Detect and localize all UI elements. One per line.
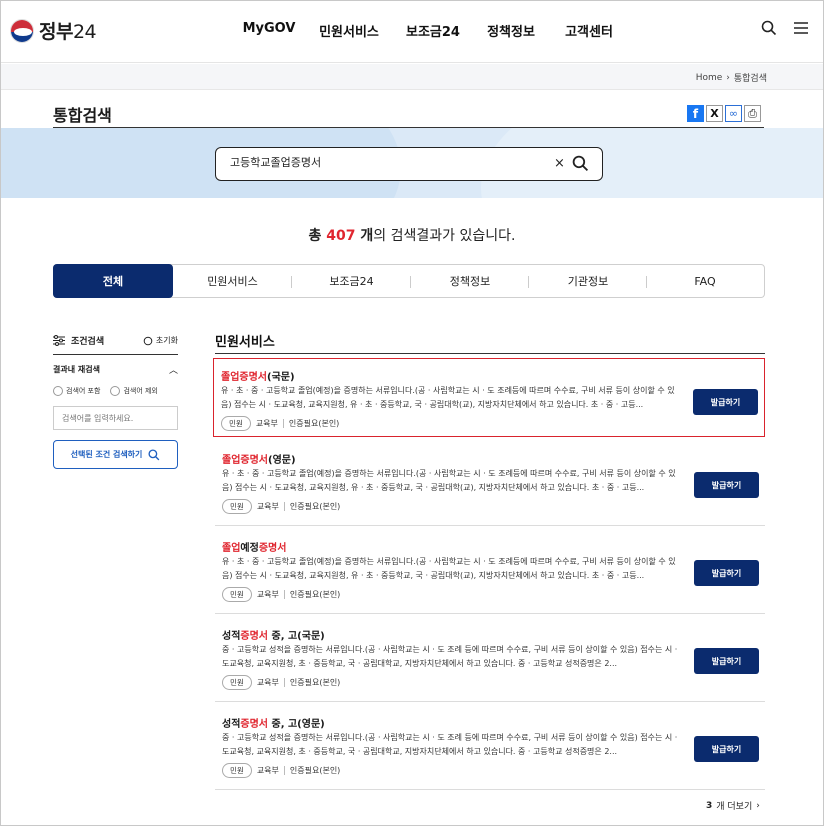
site-header: 정부24 MyGOV 민원서비스 보조금24 정책정보 고객센터 [1, 1, 823, 63]
result-title[interactable]: 졸업증명서(영문) [222, 451, 296, 466]
breadcrumb-home[interactable]: Home [696, 73, 723, 83]
issue-button[interactable]: 발급하기 [694, 736, 759, 762]
chevron-right-icon: › [726, 72, 730, 83]
clear-icon[interactable]: × [554, 156, 565, 171]
result-meta: 민원 교육부 인증필요(본인) [222, 499, 340, 514]
org-name: 교육부 [256, 678, 279, 687]
nav-civil-service[interactable]: 민원서비스 [305, 21, 393, 40]
org-name: 교육부 [256, 590, 279, 599]
keyword-mode: 검색어 포함 검색어 제외 [53, 386, 158, 396]
breadcrumb-bar: Home › 통합검색 [1, 64, 823, 90]
page-title: 통합검색 [53, 106, 112, 125]
issue-button[interactable]: 발급하기 [694, 560, 759, 586]
tab-policy-info[interactable]: 정책정보 [411, 265, 529, 297]
issue-button[interactable]: 발급하기 [693, 389, 758, 415]
nav-subsidy24[interactable]: 보조금24 [393, 21, 473, 40]
result-item: 성적증명서 중, 고(영문) 중 · 고등학교 성적을 증명하는 서류입니다.(… [215, 706, 765, 790]
reset-button[interactable]: 초기화 [143, 335, 178, 346]
result-meta: 민원 교육부 인증필요(본인) [222, 675, 340, 690]
result-meta: 민원 교육부 인증필요(본인) [222, 587, 340, 602]
result-item: 성적증명서 중, 고(국문) 중 · 고등학교 성적을 증명하는 서류입니다.(… [215, 618, 765, 702]
menu-icon[interactable] [793, 20, 809, 36]
tab-subsidy24[interactable]: 보조금24 [292, 265, 411, 297]
result-item: 졸업예정증명서 유 · 초 · 중 · 고등학교 졸업(예정)을 증명하는 서류… [215, 530, 765, 614]
result-meta: 민원 교육부 인증필요(본인) [222, 763, 340, 778]
auth-requirement: 인증필요(본인) [289, 590, 341, 599]
search-box: × [215, 147, 603, 181]
search-submit-icon[interactable] [572, 155, 589, 172]
result-description: 유 · 초 · 중 · 고등학교 졸업(예정)을 증명하는 서류입니다.(공 ·… [222, 469, 676, 492]
category-badge: 민원 [222, 587, 252, 602]
search-icon[interactable] [761, 20, 777, 36]
auth-requirement: 인증필요(본인) [289, 766, 341, 775]
link-copy-icon[interactable]: ∞ [725, 105, 742, 122]
tab-agency-info[interactable]: 기관정보 [529, 265, 647, 297]
facebook-icon[interactable]: f [687, 105, 704, 122]
radio-include[interactable]: 검색어 포함 [53, 386, 100, 396]
refine-search-toggle[interactable]: 결과내 재검색 ︿ [53, 363, 178, 376]
org-name: 교육부 [256, 502, 279, 511]
nav-mygov[interactable]: MyGOV [233, 21, 305, 40]
result-description: 유 · 초 · 중 · 고등학교 졸업(예정)을 증명하는 서류입니다.(공 ·… [221, 386, 675, 409]
result-title[interactable]: 졸업예정증명서 [222, 539, 286, 554]
category-tabs: 전체 민원서비스 보조금24 정책정보 기관정보 FAQ [53, 263, 765, 298]
result-description: 중 · 고등학교 성적을 증명하는 서류입니다.(공 · 사립학교는 시 · 도… [222, 645, 678, 668]
refine-keyword-input[interactable] [53, 406, 178, 430]
taegeuk-logo-icon [10, 18, 34, 43]
auth-requirement: 인증필요(본인) [288, 419, 340, 428]
search-icon [148, 448, 160, 460]
nav-customer-center[interactable]: 고객센터 [549, 21, 629, 40]
show-more-link[interactable]: 3개 더보기 › [706, 799, 760, 813]
share-tools: f X ∞ ⎙ [687, 105, 761, 122]
breadcrumb: Home › 통합검색 [696, 71, 767, 85]
filter-title: 조건검색 [53, 334, 104, 347]
sliders-icon [53, 335, 65, 346]
result-item: 졸업증명서(영문) 유 · 초 · 중 · 고등학교 졸업(예정)을 증명하는 … [215, 442, 765, 526]
category-badge: 민원 [221, 416, 251, 431]
tab-civil-service[interactable]: 민원서비스 [173, 265, 292, 297]
filter-divider [53, 354, 178, 355]
category-badge: 민원 [222, 499, 252, 514]
issue-button[interactable]: 발급하기 [694, 472, 759, 498]
section-title: 민원서비스 [215, 335, 275, 350]
tab-faq[interactable]: FAQ [647, 265, 763, 297]
issue-button[interactable]: 발급하기 [694, 648, 759, 674]
x-twitter-icon[interactable]: X [706, 105, 723, 122]
gov24-logo[interactable]: 정부24 [10, 17, 97, 44]
auth-requirement: 인증필요(본인) [289, 678, 341, 687]
radio-exclude[interactable]: 검색어 제외 [110, 386, 158, 396]
filter-header: 조건검색 초기화 [53, 334, 178, 347]
result-title[interactable]: 졸업증명서(국문) [221, 368, 295, 383]
print-icon[interactable]: ⎙ [744, 105, 761, 122]
main-nav: MyGOV 민원서비스 보조금24 정책정보 고객센터 [233, 21, 629, 40]
header-actions [761, 20, 809, 36]
search-input[interactable] [230, 155, 530, 168]
org-name: 교육부 [256, 766, 279, 775]
result-title[interactable]: 성적증명서 중, 고(영문) [222, 715, 325, 730]
result-description: 중 · 고등학교 성적을 증명하는 서류입니다.(공 · 사립학교는 시 · 도… [222, 733, 678, 756]
tab-all[interactable]: 전체 [53, 263, 173, 298]
chevron-right-icon: › [756, 800, 760, 811]
result-title[interactable]: 성적증명서 중, 고(국문) [222, 627, 325, 642]
breadcrumb-current: 통합검색 [733, 74, 767, 84]
nav-policy-info[interactable]: 정책정보 [473, 21, 549, 40]
category-badge: 민원 [222, 675, 252, 690]
logo-text: 정부24 [39, 21, 97, 43]
auth-requirement: 인증필요(본인) [289, 502, 341, 511]
section-divider [215, 353, 765, 354]
result-count: 총 407 개의 검색결과가 있습니다. [308, 228, 516, 244]
org-name: 교육부 [255, 419, 278, 428]
result-description: 유 · 초 · 중 · 고등학교 졸업(예정)을 증명하는 서류입니다.(공 ·… [222, 557, 676, 580]
category-badge: 민원 [222, 763, 252, 778]
refresh-icon [143, 336, 153, 345]
result-meta: 민원 교육부 인증필요(본인) [221, 416, 339, 431]
chevron-up-icon: ︿ [168, 366, 178, 376]
apply-filter-button[interactable]: 선택된 조건 검색하기 [53, 440, 178, 469]
result-item: 졸업증명서(국문) 유 · 초 · 중 · 고등학교 졸업(예정)을 증명하는 … [213, 358, 765, 437]
